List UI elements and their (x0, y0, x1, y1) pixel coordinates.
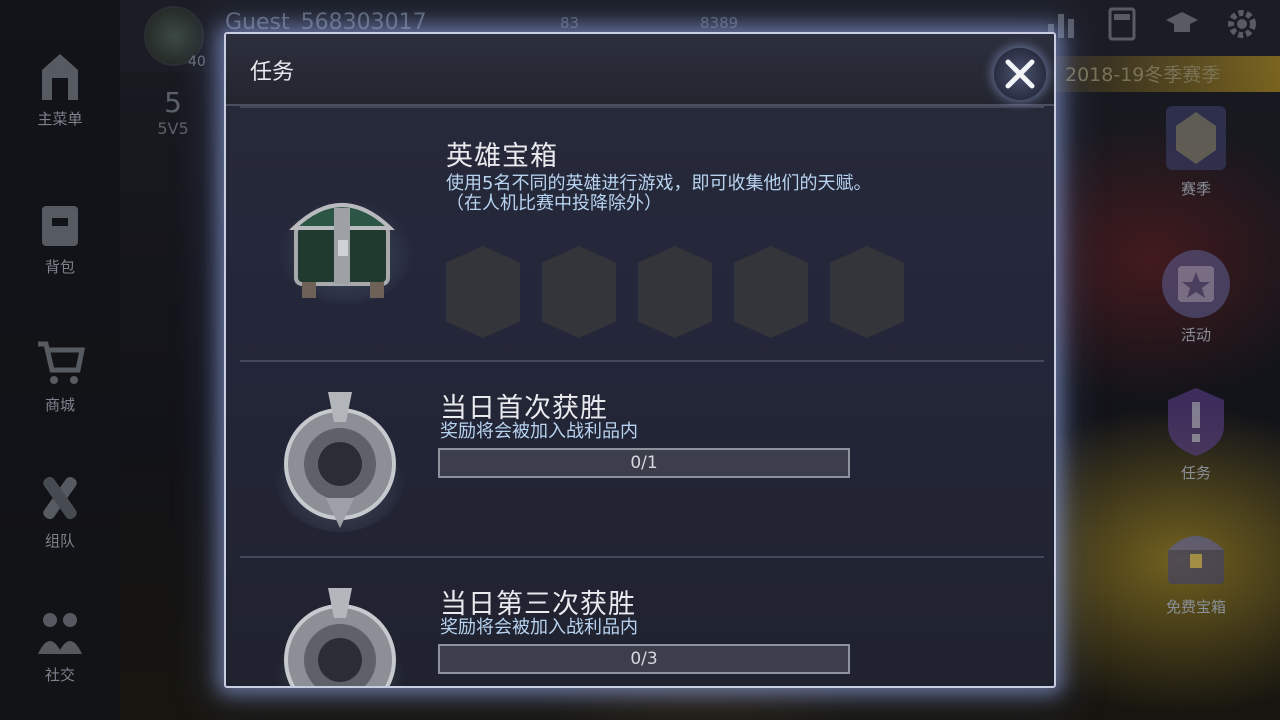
nav-label: 赛季 (1180, 180, 1211, 198)
hero-slot (734, 246, 808, 338)
victory-medal-icon (270, 574, 410, 686)
progress-text: 0/3 (630, 649, 658, 669)
dialog-header: 任务 (226, 34, 1054, 106)
progress-bar: 0/3 (438, 644, 850, 674)
free-chest-icon (1158, 518, 1234, 594)
victory-medal-icon (270, 378, 410, 538)
season-helmet-icon (1158, 100, 1234, 176)
nav-item-social[interactable]: 社交 (0, 604, 120, 685)
nav-label: 组队 (44, 532, 75, 550)
nav-label: 免费宝箱 (1165, 598, 1226, 616)
hero-slot (542, 246, 616, 338)
left-navigation: 主菜单 背包 商城 组队 社交 (0, 0, 120, 720)
graduation-cap-icon[interactable] (1164, 6, 1200, 42)
player-level: 40 (188, 54, 206, 70)
treasure-chest-icon (276, 164, 416, 314)
nav-label: 商城 (44, 396, 75, 414)
social-icon (32, 604, 88, 660)
nav-item-events[interactable]: 活动 (1146, 246, 1246, 345)
nav-label: 社交 (44, 666, 75, 684)
season-banner-text: 2018-19冬季赛季 (1065, 64, 1221, 86)
rank-badge[interactable]: 5 5V5 (143, 86, 203, 138)
dialog-title: 任务 (250, 60, 295, 85)
calculator-icon[interactable] (1104, 6, 1140, 42)
hero-slot (638, 246, 712, 338)
quest-name: 当日首次获胜 (440, 393, 608, 424)
hero-slot (446, 246, 520, 338)
quest-description: 奖励将会被加入战利品内 (440, 421, 638, 442)
quest-item-first-win[interactable]: 当日首次获胜 奖励将会被加入战利品内 0/1 (240, 362, 1044, 556)
season-banner[interactable]: 2018-19冬季赛季 (1055, 56, 1280, 92)
nav-label: 活动 (1180, 326, 1211, 344)
rank-mode: 5V5 (157, 119, 189, 138)
close-button[interactable] (994, 48, 1046, 100)
nav-item-free-chest[interactable]: 免费宝箱 (1146, 518, 1246, 617)
quest-list[interactable]: 英雄宝箱 使用5名不同的英雄进行游戏，即可收集他们的天赋。（在人机比赛中投降除外… (240, 106, 1044, 686)
nav-label: 任务 (1180, 464, 1211, 482)
currency-1-amount: 83 (560, 14, 580, 32)
nav-label: 主菜单 (37, 110, 83, 128)
hero-slots (446, 246, 904, 338)
quest-name: 当日第三次获胜 (440, 589, 636, 620)
progress-text: 0/1 (630, 453, 658, 473)
hero-slot (830, 246, 904, 338)
gear-icon[interactable] (1224, 6, 1260, 42)
quest-shield-icon (1158, 384, 1234, 460)
calendar-star-icon (1158, 246, 1234, 322)
quest-dialog: 任务 英雄宝箱 使用5名不同的英雄进行游戏，即可收集他们的天赋。（在人机比赛中投… (224, 32, 1056, 688)
nav-label: 背包 (44, 258, 75, 276)
currency-2-amount: 8389 (700, 14, 739, 32)
backpack-icon (32, 196, 88, 252)
team-icon (32, 470, 88, 526)
nav-item-shop[interactable]: 商城 (0, 334, 120, 415)
home-icon (32, 48, 88, 104)
rank-number: 5 (164, 86, 182, 119)
progress-bar: 0/1 (438, 448, 850, 478)
quest-item-third-win[interactable]: 当日第三次获胜 奖励将会被加入战利品内 0/3 (240, 558, 1044, 686)
nav-item-quests[interactable]: 任务 (1146, 384, 1246, 483)
nav-item-backpack[interactable]: 背包 (0, 196, 120, 277)
nav-item-team[interactable]: 组队 (0, 470, 120, 551)
quest-name: 英雄宝箱 (446, 141, 558, 172)
quest-item-hero-chest[interactable]: 英雄宝箱 使用5名不同的英雄进行游戏，即可收集他们的天赋。（在人机比赛中投降除外… (240, 110, 1044, 360)
quest-description: 奖励将会被加入战利品内 (440, 617, 638, 638)
nav-item-season[interactable]: 赛季 (1146, 100, 1246, 199)
close-icon (1005, 59, 1035, 89)
cart-icon (32, 334, 88, 390)
quest-description: 使用5名不同的英雄进行游戏，即可收集他们的天赋。（在人机比赛中投降除外） (446, 173, 872, 214)
divider (240, 106, 1044, 108)
nav-item-main-menu[interactable]: 主菜单 (0, 48, 120, 129)
